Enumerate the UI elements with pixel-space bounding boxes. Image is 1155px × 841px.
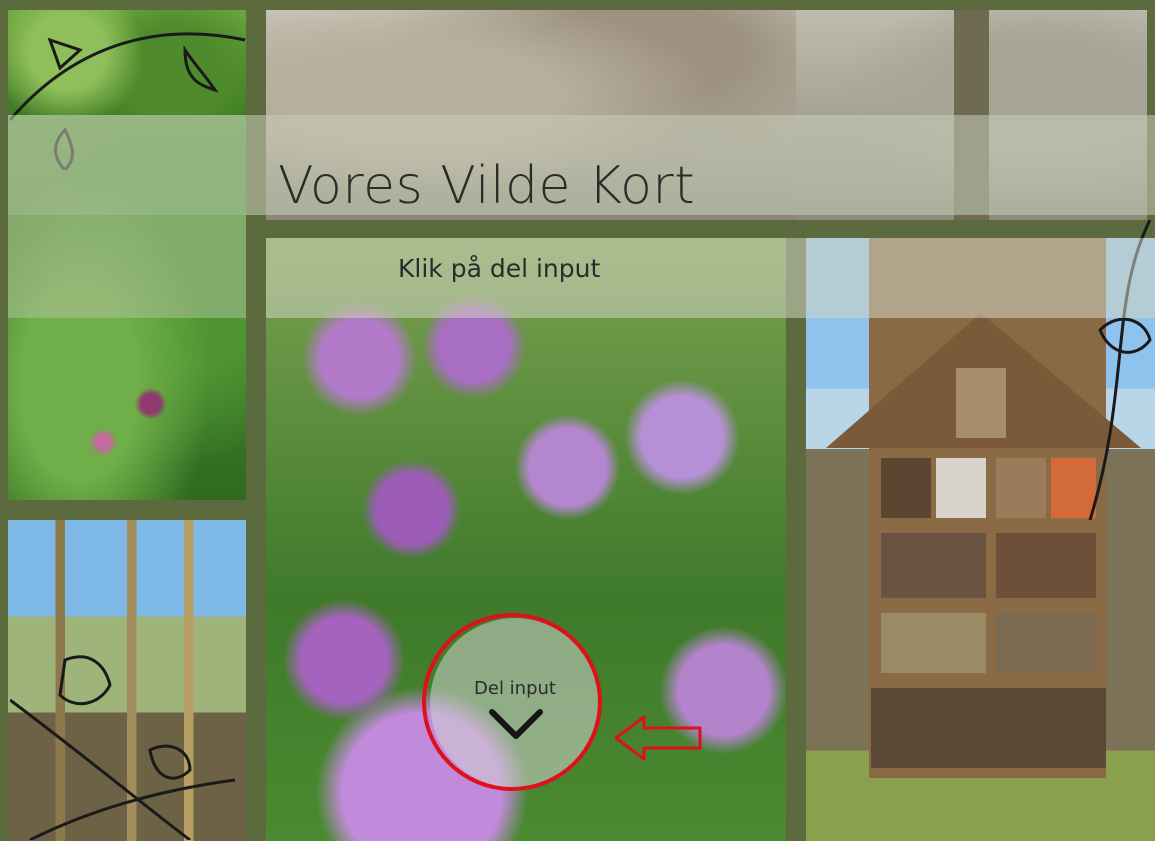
share-input-button[interactable]: Del input [430,618,600,788]
page-title: Vores Vilde Kort [278,156,696,216]
arrow-left-icon [614,715,702,761]
share-input-label: Del input [474,678,556,699]
chevron-down-icon [489,709,543,739]
branch-doodle-icon [10,655,236,840]
left-overlay-band [8,215,246,318]
page-subtitle: Klik på del input [398,254,601,283]
